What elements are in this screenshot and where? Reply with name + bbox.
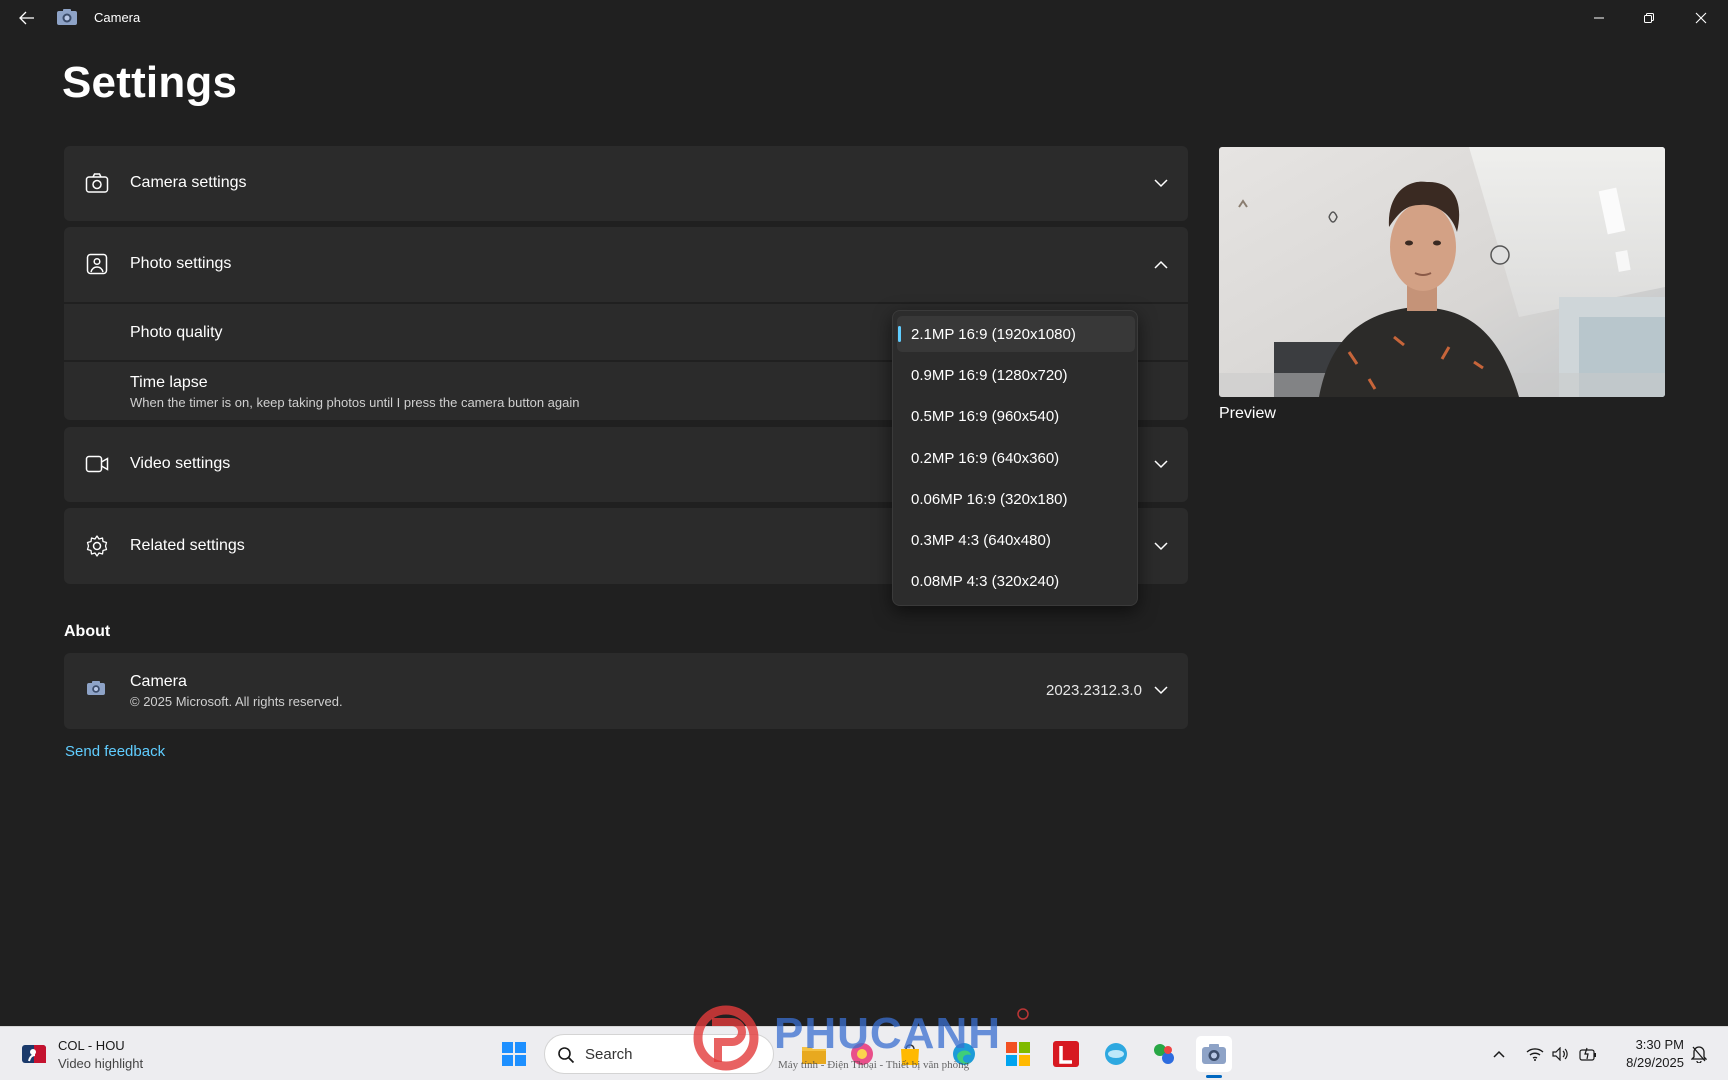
search-icon: [558, 1047, 575, 1064]
video-icon: [84, 451, 110, 477]
photo-settings-label: Photo settings: [130, 255, 232, 272]
minimize-button[interactable]: [1576, 0, 1622, 36]
dropdown-option-label: 0.3MP 4:3 (640x480): [911, 531, 1051, 549]
clock-time: 3:30 PM: [1635, 1037, 1684, 1052]
dropdown-option-label: 0.06MP 16:9 (320x180): [911, 490, 1068, 508]
start-button[interactable]: [496, 1036, 532, 1072]
show-hidden-icons[interactable]: [1488, 1043, 1510, 1065]
widget-title: COL - HOU: [58, 1038, 125, 1053]
camera-app-icon: [1202, 1044, 1226, 1064]
gear-icon: [84, 533, 110, 559]
battery-icon[interactable]: [1577, 1043, 1599, 1065]
notification-bell-icon[interactable]: [1688, 1043, 1710, 1065]
search-placeholder: Search: [585, 1046, 633, 1063]
minimize-icon: [1594, 17, 1604, 19]
chevron-down-icon: [1152, 174, 1170, 192]
page-title: Settings: [62, 58, 238, 107]
dropdown-option[interactable]: 0.3MP 4:3 (640x480): [897, 522, 1135, 558]
clock-date: 8/29/2025: [1626, 1055, 1684, 1070]
taskbar-app[interactable]: [1146, 1036, 1182, 1072]
about-app-name: Camera: [130, 673, 187, 690]
taskbar-app[interactable]: [844, 1036, 880, 1072]
taskbar-app[interactable]: [892, 1036, 928, 1072]
dropdown-option[interactable]: 0.9MP 16:9 (1280x720): [897, 357, 1135, 393]
selection-indicator: [898, 326, 901, 342]
network-app-icon: [1105, 1043, 1127, 1065]
browser-icon: [1006, 1042, 1030, 1066]
video-settings-label: Video settings: [130, 455, 231, 472]
dropdown-option-label: 0.5MP 16:9 (960x540): [911, 407, 1060, 425]
dropdown-option[interactable]: 0.2MP 16:9 (640x360): [897, 440, 1135, 476]
mlb-icon: [22, 1045, 46, 1063]
chevron-up-icon: [1493, 1050, 1505, 1058]
about-copyright: © 2025 Microsoft. All rights reserved.: [130, 694, 343, 709]
volume-icon[interactable]: [1550, 1043, 1572, 1065]
chevron-down-icon: [1152, 455, 1170, 473]
dropdown-option[interactable]: 0.5MP 16:9 (960x540): [897, 398, 1135, 434]
dropdown-option-label: 0.08MP 4:3 (320x240): [911, 572, 1060, 590]
active-indicator: [1206, 1075, 1222, 1078]
photo-quality-label: Photo quality: [130, 324, 223, 341]
start-icon: [502, 1042, 526, 1066]
related-settings-label: Related settings: [130, 537, 245, 554]
taskbar-clock[interactable]: 3:30 PM 8/29/2025: [1604, 1036, 1684, 1072]
edge-icon: [953, 1043, 975, 1065]
l-app-icon: [1053, 1041, 1079, 1067]
game-app-icon: [1154, 1044, 1174, 1064]
dropdown-option[interactable]: 0.06MP 16:9 (320x180): [897, 481, 1135, 517]
dropdown-option-label: 2.1MP 16:9 (1920x1080): [911, 325, 1076, 343]
camera-settings-label: Camera settings: [130, 174, 247, 191]
taskbar-app[interactable]: [1098, 1036, 1134, 1072]
widget-news[interactable]: COL - HOU Video highlight: [20, 1035, 170, 1073]
camera-preview: [1219, 147, 1665, 397]
back-button[interactable]: [14, 6, 40, 30]
photos-icon: [851, 1043, 873, 1065]
title-bar: Camera: [0, 0, 1728, 36]
dropdown-option-label: 0.2MP 16:9 (640x360): [911, 449, 1060, 467]
camera-settings-expander[interactable]: Camera settings: [64, 146, 1188, 221]
about-version: 2023.2312.3.0: [1046, 682, 1142, 699]
taskbar-app[interactable]: [1048, 1036, 1084, 1072]
dropdown-option-label: 0.9MP 16:9 (1280x720): [911, 366, 1068, 384]
time-lapse-description: When the timer is on, keep taking photos…: [130, 395, 580, 410]
time-lapse-label: Time lapse: [130, 374, 208, 391]
widget-subtitle: Video highlight: [58, 1056, 144, 1071]
camera-icon: [84, 170, 110, 196]
close-icon: [1695, 12, 1707, 24]
taskbar: COL - HOU Video highlight Search 3:30 PM…: [0, 1026, 1728, 1080]
close-button[interactable]: [1678, 0, 1724, 36]
taskbar-app[interactable]: [796, 1036, 832, 1072]
photo-quality-dropdown[interactable]: 2.1MP 16:9 (1920x1080) 0.9MP 16:9 (1280x…: [892, 310, 1138, 606]
taskbar-app[interactable]: [1000, 1036, 1036, 1072]
taskbar-app[interactable]: [946, 1036, 982, 1072]
about-heading: About: [64, 623, 111, 640]
photo-settings-expander[interactable]: Photo settings: [64, 227, 1188, 302]
wifi-icon[interactable]: [1524, 1043, 1546, 1065]
preview-label: Preview: [1219, 405, 1276, 422]
dropdown-option[interactable]: 2.1MP 16:9 (1920x1080): [897, 316, 1135, 352]
restore-button[interactable]: [1626, 0, 1672, 36]
taskbar-search[interactable]: Search: [544, 1034, 774, 1074]
dropdown-option[interactable]: 0.08MP 4:3 (320x240): [897, 563, 1135, 599]
restore-icon: [1644, 13, 1654, 23]
chevron-down-icon: [1152, 681, 1170, 699]
about-expander[interactable]: Camera © 2025 Microsoft. All rights rese…: [64, 653, 1188, 729]
back-arrow-icon: [19, 11, 34, 25]
camera-app-icon: [56, 8, 78, 28]
camera-app-icon: [86, 680, 106, 698]
taskbar-app-camera-active[interactable]: [1196, 1036, 1232, 1078]
store-icon: [901, 1044, 919, 1065]
chevron-up-icon[interactable]: [1152, 255, 1170, 273]
file-explorer-icon: [802, 1047, 826, 1064]
image-icon: [84, 251, 110, 277]
chevron-down-icon: [1152, 537, 1170, 555]
send-feedback-link[interactable]: Send feedback: [65, 743, 165, 760]
window-title: Camera: [94, 10, 141, 25]
